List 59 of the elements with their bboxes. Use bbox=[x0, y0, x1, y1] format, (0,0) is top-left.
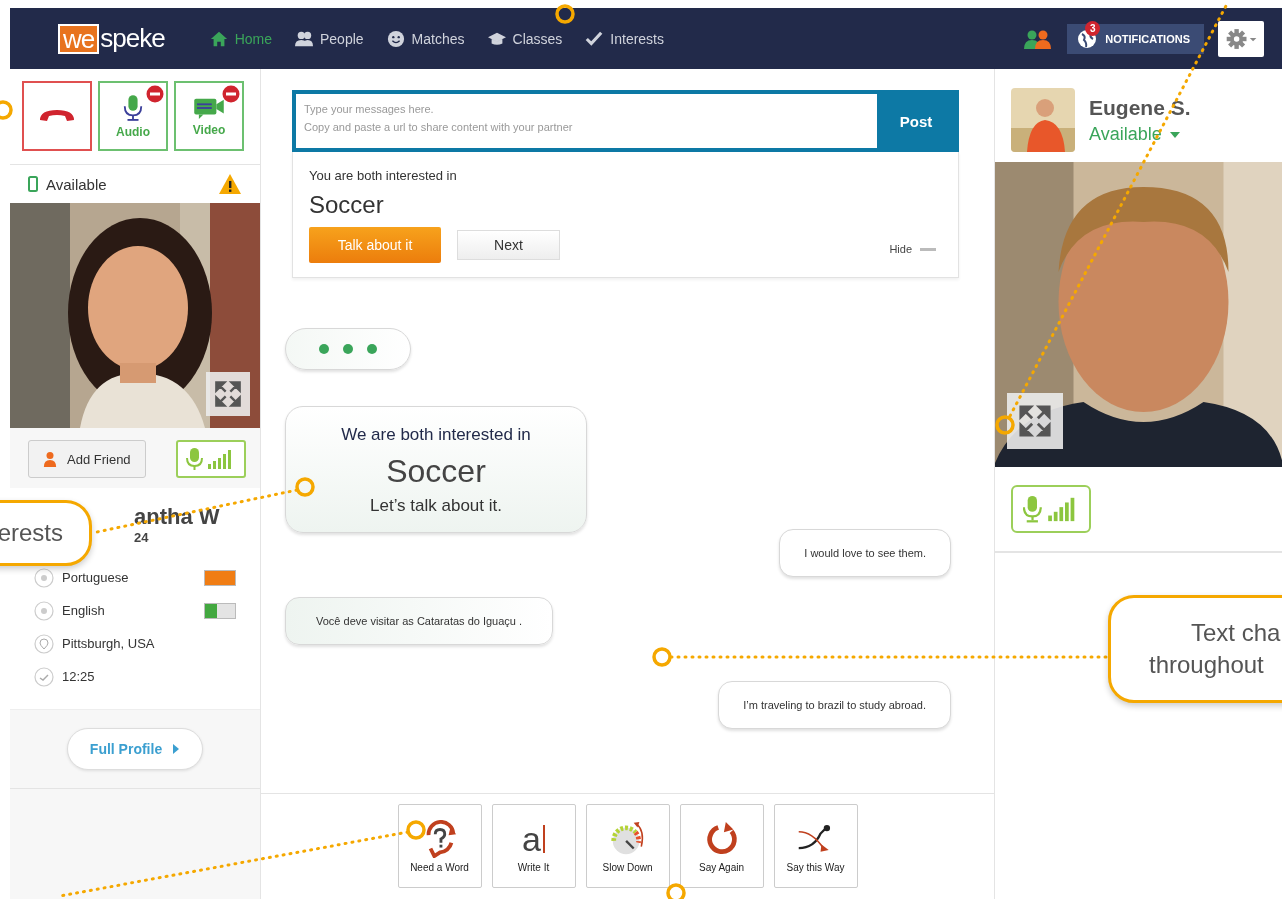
chat-tool-button[interactable]: Need a Word bbox=[397, 804, 482, 888]
notification-count-badge: 3 bbox=[1085, 20, 1101, 36]
settings-icon bbox=[1224, 27, 1258, 50]
suggestion-topic: Soccer bbox=[309, 191, 385, 219]
fullscreen-button[interactable] bbox=[1007, 393, 1063, 449]
fullscreen-button[interactable] bbox=[206, 372, 250, 416]
language-icon bbox=[34, 600, 54, 621]
caret-icon bbox=[172, 743, 181, 755]
logo[interactable]: we speke bbox=[58, 23, 165, 54]
topic-intro: We are both interested in bbox=[340, 425, 532, 445]
smiley-icon bbox=[385, 29, 406, 48]
expand-arrows-icon bbox=[214, 380, 242, 408]
nav-link[interactable]: Interests bbox=[584, 29, 664, 48]
nav-link[interactable]: Matches bbox=[385, 29, 465, 48]
leader-line bbox=[0, 100, 13, 120]
nav-link[interactable]: People bbox=[294, 29, 364, 48]
phone-icon bbox=[28, 176, 38, 192]
profile-detail: Pittsburgh, USA bbox=[62, 636, 155, 651]
notifications-button[interactable]: 3 NOTIFICATIONS bbox=[1067, 23, 1204, 54]
chat-message: Você deve visitar as Cataratas do Iguaçu . bbox=[285, 597, 554, 645]
message-input-field[interactable]: Type your messages here. Copy and paste a url to share content with your partner bbox=[296, 94, 877, 148]
location-pin-icon bbox=[34, 633, 54, 654]
age-text: 24 bbox=[134, 530, 150, 545]
home-icon bbox=[208, 29, 229, 48]
proficiency-meter bbox=[204, 569, 236, 586]
topic-title: Soccer bbox=[385, 453, 487, 490]
people-icon bbox=[294, 29, 314, 48]
nav-link[interactable]: Home bbox=[208, 29, 272, 48]
chat-message: I would love to see them. bbox=[779, 529, 951, 577]
hide-button[interactable]: Hide bbox=[883, 242, 942, 256]
letter-glyph: a bbox=[522, 821, 541, 856]
caret-icon bbox=[1169, 131, 1180, 138]
nav-link[interactable]: Classes bbox=[486, 29, 563, 48]
topic-prompt: Let’s talk about it. bbox=[369, 496, 503, 516]
checkmark-icon bbox=[584, 29, 605, 48]
chat-tool-button[interactable]: Say Again bbox=[679, 804, 764, 888]
person-icon bbox=[43, 451, 57, 467]
profile-detail: English bbox=[62, 603, 105, 618]
profile-detail: 12:25 bbox=[62, 669, 95, 684]
clock-icon bbox=[34, 666, 54, 687]
next-button[interactable]: Next bbox=[457, 230, 560, 260]
chat-tool-button[interactable]: Slow Down bbox=[585, 804, 670, 888]
microphone-icon bbox=[122, 93, 144, 122]
hang-up-button[interactable] bbox=[22, 81, 92, 151]
post-button[interactable]: Post bbox=[877, 94, 955, 148]
callout: Text cha throughout bbox=[1108, 595, 1282, 703]
suggestion-intro: You are both interested in bbox=[309, 168, 458, 183]
status-text: Available bbox=[46, 175, 107, 193]
leader-line bbox=[666, 883, 686, 899]
expand-arrows-icon bbox=[1018, 404, 1052, 438]
chat-tool-button[interactable]: a Write It bbox=[491, 804, 576, 888]
add-friend-button[interactable]: Add Friend bbox=[28, 440, 146, 478]
settings-button[interactable] bbox=[1218, 20, 1264, 57]
language-icon bbox=[34, 567, 54, 588]
profile-detail: Portuguese bbox=[62, 570, 129, 585]
chat-message: I’m traveling to brazil to study abroad. bbox=[718, 681, 951, 729]
people-icon[interactable] bbox=[1023, 28, 1054, 49]
proficiency-meter bbox=[204, 602, 236, 619]
chat-tool-button[interactable]: Say this Way bbox=[773, 804, 858, 888]
